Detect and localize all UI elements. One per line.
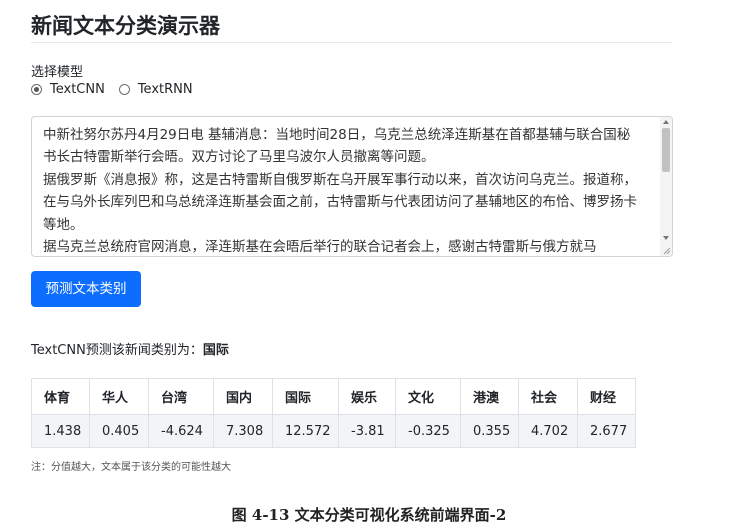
textarea-scrollbar[interactable] [660,117,672,256]
table-header-cell: 文化 [395,378,461,415]
table-cell: 0.405 [89,414,149,448]
table-cell: -3.81 [338,414,396,448]
radio-textcnn-circle-icon[interactable] [31,84,42,95]
table-cell: 7.308 [213,414,273,448]
table-cell: 12.572 [272,414,339,448]
table-cell: 4.702 [518,414,578,448]
title-divider [31,42,672,43]
score-table: 体育 华人 台湾 国内 国际 娱乐 文化 港澳 社会 财经 1.438 0.40… [31,378,636,448]
radio-textrnn[interactable]: TextRNN [118,82,193,97]
radio-textcnn[interactable]: TextCNN [31,82,105,97]
news-text-input[interactable]: 中新社努尔苏丹4月29日电 基辅消息：当地时间28日，乌克兰总统泽连斯基在首都基… [31,116,673,257]
page-title: 新闻文本分类演示器 [31,14,220,38]
table-cell: -0.325 [395,414,461,448]
table-row: 1.438 0.405 -4.624 7.308 12.572 -3.81 -0… [31,414,636,448]
table-header-cell: 体育 [31,378,90,415]
radio-textrnn-label[interactable]: TextRNN [138,82,193,97]
table-header-row: 体育 华人 台湾 国内 国际 娱乐 文化 港澳 社会 财经 [31,378,636,415]
scroll-up-arrow-icon[interactable] [663,120,669,124]
table-header-cell: 港澳 [460,378,519,415]
table-header-cell: 娱乐 [338,378,396,415]
predict-button[interactable]: 预测文本类别 [31,271,141,307]
table-header-cell: 国际 [272,378,339,415]
table-header-cell: 国内 [213,378,273,415]
table-header-cell: 财经 [577,378,636,415]
table-cell: 2.677 [577,414,636,448]
table-cell: 1.438 [31,414,90,448]
model-select-label: 选择模型 [31,65,84,80]
table-header-cell: 社会 [518,378,578,415]
scroll-thumb[interactable] [662,128,670,172]
table-header-cell: 台湾 [148,378,214,415]
score-note: 注：分值越大，文本属于该分类的可能性越大 [31,462,231,473]
table-header-cell: 华人 [89,378,149,415]
radio-textcnn-label[interactable]: TextCNN [50,82,105,97]
prediction-result-prefix: TextCNN预测该新闻类别为： [31,343,203,358]
table-cell: -4.624 [148,414,214,448]
radio-textrnn-circle-icon[interactable] [118,84,130,95]
model-radio-group: TextCNN TextRNN [31,82,207,97]
resize-grip-icon[interactable] [663,247,671,255]
prediction-category: 国际 [202,343,229,358]
scroll-down-arrow-icon[interactable] [663,236,669,240]
table-cell: 0.355 [460,414,519,448]
news-text-content[interactable]: 中新社努尔苏丹4月29日电 基辅消息：当地时间28日，乌克兰总统泽连斯基在首都基… [43,124,641,256]
figure-caption: 图 4-13 文本分类可视化系统前端界面-2 [231,506,507,524]
prediction-result: TextCNN预测该新闻类别为：国际 [31,339,229,358]
